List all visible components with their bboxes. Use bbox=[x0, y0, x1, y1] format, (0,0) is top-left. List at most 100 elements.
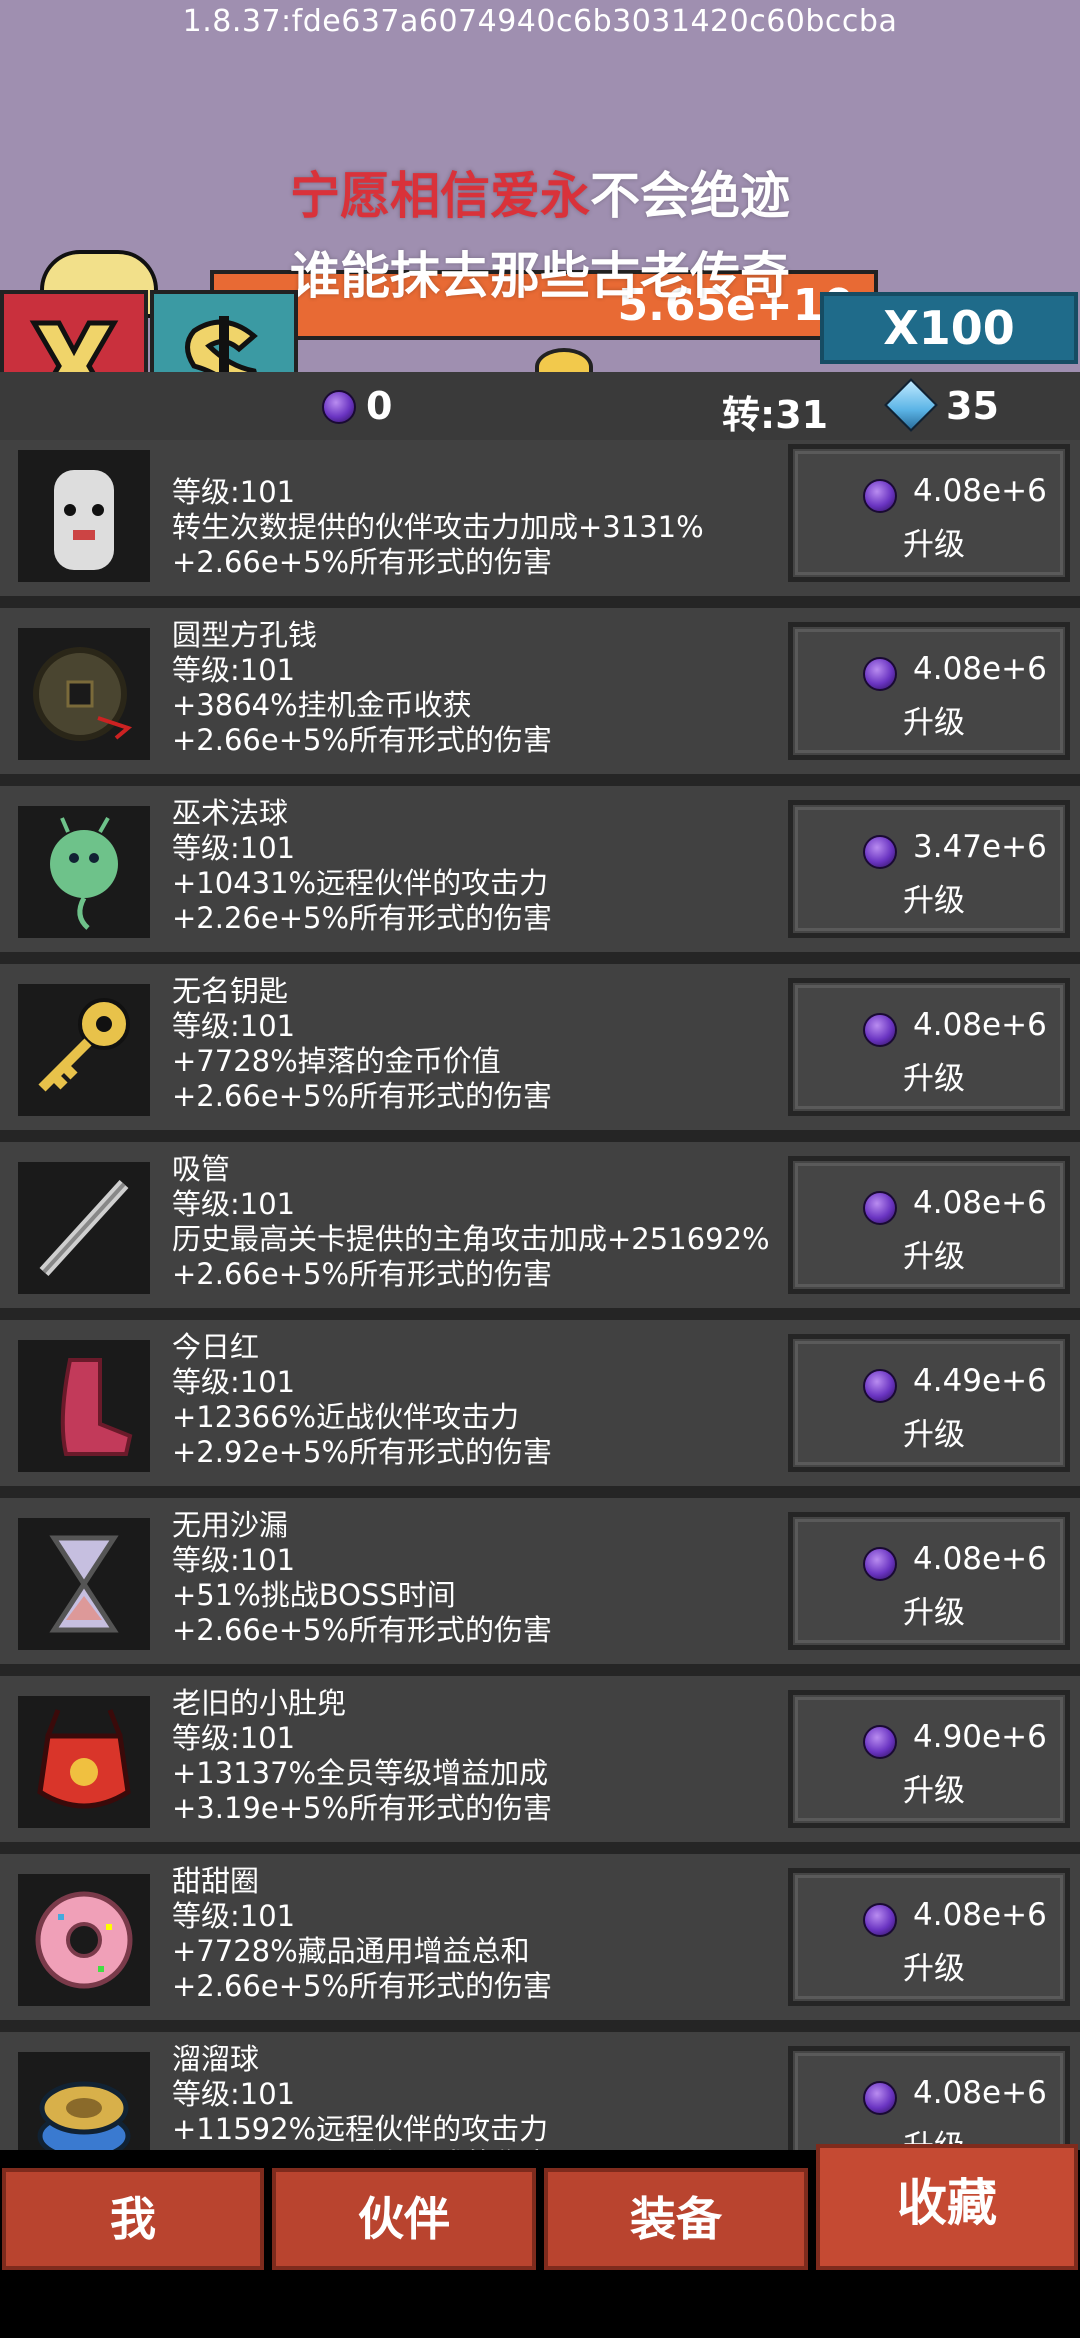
upgrade-button[interactable]: 4.08e+6 升级 bbox=[788, 2046, 1070, 2150]
item-text: 无用沙漏 等级:101 +51%挑战BOSS时间 +2.66e+5%所有形式的伤害 bbox=[172, 1508, 552, 1648]
collection-item: 吸管 等级:101 历史最高关卡提供的主角攻击加成+251692% +2.66e+5%… bbox=[0, 1142, 1080, 1320]
item-text: 巫术法球 等级:101 +10431%远程伙伴的攻击力 +2.26e+5%所有形式的伤… bbox=[172, 796, 552, 936]
collection-item: 今日红 等级:101 +12366%近战伙伴攻击力 +2.92e+5%所有形式的伤害 4… bbox=[0, 1320, 1080, 1498]
upgrade-label: 升级 bbox=[903, 1061, 965, 1097]
item-name: 甜甜圈 bbox=[172, 1864, 260, 1898]
tab-equipment[interactable]: 装备 bbox=[544, 2168, 808, 2270]
collection-item: 无名钥匙 等级:101 +7728%掉落的金币价值 +2.66e+5%所有形式的伤害 4… bbox=[0, 964, 1080, 1142]
upgrade-button[interactable]: 4.08e+6 升级 bbox=[788, 622, 1070, 760]
item-effect: +13137%全员等级增益加成 bbox=[172, 1756, 549, 1790]
purple-gem-icon bbox=[863, 835, 897, 869]
item-damage: +3.19e+5%所有形式的伤害 bbox=[172, 1791, 553, 1825]
upgrade-button[interactable]: 4.49e+6 升级 bbox=[788, 1334, 1070, 1472]
collection-item: 等级:101 转生次数提供的伙伴攻击力加成+3131% +2.66e+5%所有形式的… bbox=[0, 440, 1080, 608]
item-text: 今日红 等级:101 +12366%近战伙伴攻击力 +2.92e+5%所有形式的伤害 bbox=[172, 1330, 552, 1470]
upgrade-cost: 4.08e+6 bbox=[913, 2075, 1047, 2111]
collection-list[interactable]: 等级:101 转生次数提供的伙伴攻击力加成+3131% +2.66e+5%所有形式的… bbox=[0, 440, 1080, 2150]
item-text: 老旧的小肚兜 等级:101 +13137%全员等级增益加成 +3.19e+5%所有形式… bbox=[172, 1686, 552, 1826]
item-name: 无用沙漏 bbox=[172, 1508, 289, 1542]
upgrade-button[interactable]: 3.47e+6 升级 bbox=[788, 800, 1070, 938]
item-effect: +7728%藏品通用增益总和 bbox=[172, 1934, 530, 1968]
orb-icon bbox=[50, 817, 118, 930]
item-damage: +2.66e+5%所有形式的伤害 bbox=[172, 1257, 553, 1291]
upgrade-button[interactable]: 4.08e+6 升级 bbox=[788, 1512, 1070, 1650]
collection-item: 老旧的小肚兜 等级:101 +13137%全员等级增益加成 +3.19e+5%所有形式… bbox=[0, 1676, 1080, 1854]
item-level: 等级:101 bbox=[172, 1721, 296, 1755]
item-icon-frame bbox=[18, 450, 150, 582]
item-name: 今日红 bbox=[172, 1330, 260, 1364]
key-icon bbox=[38, 998, 130, 1092]
item-effect: 历史最高关卡提供的主角攻击加成+251692% bbox=[172, 1222, 770, 1256]
collection-item: 溜溜球等级:101+11592%远程伙伴的攻击力+2.66e+5%所有形式的伤害… bbox=[0, 2032, 1080, 2150]
item-icon-frame bbox=[18, 984, 150, 1116]
item-effect: +7728%掉落的金币价值 bbox=[172, 1044, 501, 1078]
purple-gem-count: 0 bbox=[366, 384, 393, 428]
rebirth-count: 转:31 bbox=[722, 393, 829, 437]
item-level: 等级:101 bbox=[172, 1365, 296, 1399]
rabbit-icon bbox=[54, 470, 114, 570]
item-name: 溜溜球 bbox=[172, 2042, 260, 2076]
item-icon-frame bbox=[18, 1518, 150, 1650]
upgrade-cost: 4.90e+6 bbox=[913, 1719, 1047, 1755]
item-damage: +2.66e+5%所有形式的伤害 bbox=[172, 545, 553, 579]
item-icon-frame bbox=[18, 2052, 150, 2150]
donut-icon bbox=[35, 1891, 133, 1989]
upgrade-button[interactable]: 4.08e+6 升级 bbox=[788, 1868, 1070, 2006]
item-level: 等级:101 bbox=[172, 1009, 296, 1043]
tab-collection[interactable]: 收藏 bbox=[816, 2144, 1078, 2270]
collection-item: 甜甜圈 等级:101 +7728%藏品通用增益总和 +2.66e+5%所有形式的伤害 4… bbox=[0, 1854, 1080, 2032]
item-damage: +2.66e+5%所有形式的伤害 bbox=[172, 1613, 553, 1647]
purple-gem-icon bbox=[863, 1013, 897, 1047]
item-damage: +2.66e+5%所有形式的伤害 bbox=[172, 1969, 553, 2003]
purple-gem-icon bbox=[863, 479, 897, 513]
upgrade-button[interactable]: 4.08e+6 升级 bbox=[788, 978, 1070, 1116]
item-text: 溜溜球等级:101+11592%远程伙伴的攻击力+2.66e+5%所有形式的伤害 bbox=[172, 2042, 552, 2150]
upgrade-label: 升级 bbox=[903, 883, 965, 919]
tab-me[interactable]: 我 bbox=[2, 2168, 264, 2270]
item-damage: +2.66e+5%所有形式的伤害 bbox=[172, 1079, 553, 1113]
bottom-nav: 我 伙伴 装备 收藏 bbox=[0, 2144, 1080, 2338]
upgrade-cost: 3.47e+6 bbox=[913, 829, 1047, 865]
upgrade-label: 升级 bbox=[903, 1773, 965, 1809]
item-level: 等级:101 bbox=[172, 653, 296, 687]
purple-gem-icon bbox=[863, 1725, 897, 1759]
purple-gem-icon bbox=[863, 1369, 897, 1403]
upgrade-cost: 4.08e+6 bbox=[913, 1007, 1047, 1043]
collection-item: 圆型方孔钱 等级:101 +3864%挂机金币收获 +2.66e+5%所有形式的伤害 4… bbox=[0, 608, 1080, 786]
upgrade-label: 升级 bbox=[903, 705, 965, 741]
sock-icon bbox=[60, 1358, 133, 1456]
item-damage: +2.66e+5%所有形式的伤害 bbox=[172, 723, 553, 757]
item-level: 等级:101 bbox=[172, 1543, 296, 1577]
hourglass-icon bbox=[49, 1535, 119, 1633]
upgrade-button[interactable]: 4.90e+6 升级 bbox=[788, 1690, 1070, 1828]
upgrade-button[interactable]: 4.08e+6 升级 bbox=[788, 1156, 1070, 1294]
upgrade-label: 升级 bbox=[903, 1951, 965, 1987]
upgrade-label: 升级 bbox=[903, 1417, 965, 1453]
version-string: 1.8.37:fde637a6074940c6b3031420c60bccba bbox=[182, 4, 898, 39]
item-level: 等级:101 bbox=[172, 1187, 296, 1221]
item-text: 甜甜圈 等级:101 +7728%藏品通用增益总和 +2.66e+5%所有形式的伤害 bbox=[172, 1864, 552, 2004]
purple-gem-icon bbox=[322, 390, 356, 424]
item-text: 吸管 等级:101 历史最高关卡提供的主角攻击加成+251692% +2.66e+5%… bbox=[172, 1152, 770, 1292]
item-name: 圆型方孔钱 bbox=[172, 618, 318, 652]
upgrade-cost: 4.08e+6 bbox=[913, 1185, 1047, 1221]
item-effect: 转生次数提供的伙伴攻击力加成+3131% bbox=[172, 510, 704, 544]
upgrade-cost: 4.08e+6 bbox=[913, 473, 1047, 509]
yoyo-icon bbox=[37, 2081, 131, 2150]
lyric-rest: 不会绝迹 bbox=[590, 167, 790, 225]
item-name: 老旧的小肚兜 bbox=[172, 1686, 347, 1720]
item-effect: +10431%远程伙伴的攻击力 bbox=[172, 866, 549, 900]
item-effect: +51%挑战BOSS时间 bbox=[172, 1578, 456, 1612]
upgrade-cost: 4.08e+6 bbox=[913, 1541, 1047, 1577]
collection-item: 巫术法球 等级:101 +10431%远程伙伴的攻击力 +2.26e+5%所有形式的伤… bbox=[0, 786, 1080, 964]
multiplier-button[interactable]: X100 bbox=[820, 292, 1078, 364]
purple-gem-icon bbox=[863, 657, 897, 691]
tab-partner[interactable]: 伙伴 bbox=[272, 2168, 536, 2270]
item-icon-frame bbox=[18, 1874, 150, 2006]
item-level: 等级:101 bbox=[172, 475, 296, 509]
upgrade-label: 升级 bbox=[903, 527, 965, 563]
collection-item: 无用沙漏 等级:101 +51%挑战BOSS时间 +2.66e+5%所有形式的伤害 4.… bbox=[0, 1498, 1080, 1676]
upgrade-button[interactable]: 4.08e+6 升级 bbox=[788, 444, 1070, 582]
item-text: 无名钥匙 等级:101 +7728%掉落的金币价值 +2.66e+5%所有形式的伤害 bbox=[172, 974, 552, 1114]
upgrade-cost: 4.08e+6 bbox=[913, 1897, 1047, 1933]
